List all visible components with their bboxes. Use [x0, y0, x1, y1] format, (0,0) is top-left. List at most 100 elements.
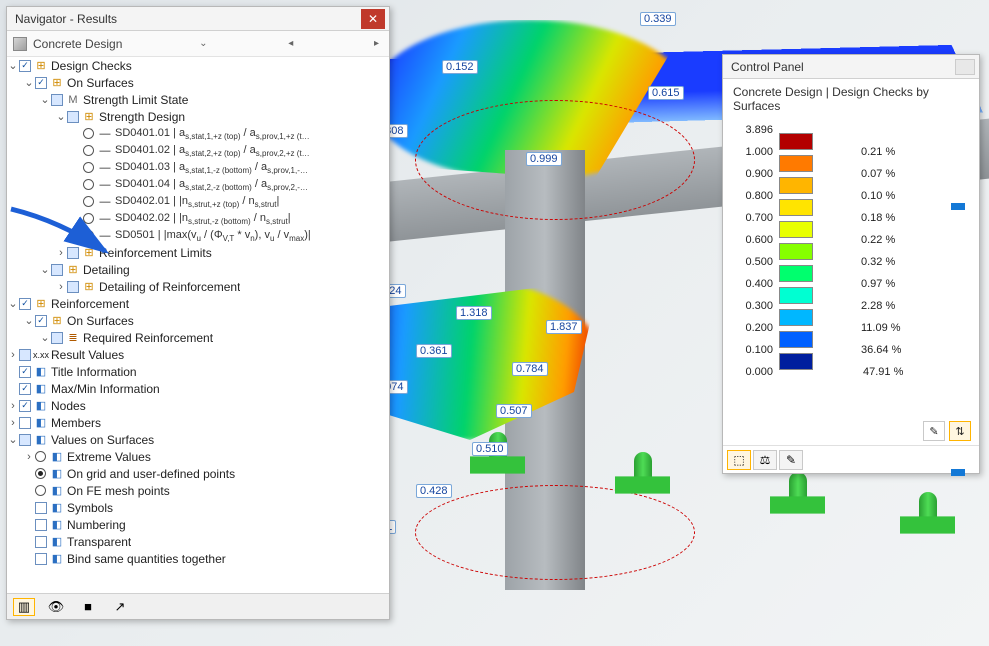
minimize-icon[interactable]	[955, 59, 975, 75]
node-sd0402-01[interactable]: —SD0402.01 | |ns,strut,+z (top) / ns,str…	[7, 193, 383, 210]
checkbox[interactable]	[67, 247, 79, 259]
checkbox[interactable]	[51, 264, 63, 276]
tab-graph[interactable]: ↗	[109, 598, 131, 616]
node-sd0501[interactable]: —SD0501 | |max(vu / (ΦV,T * vn), vu / vm…	[7, 227, 383, 244]
node-title-info[interactable]: ◧Title Information	[7, 363, 383, 380]
node-numbering[interactable]: ◧Numbering	[7, 516, 383, 533]
legend-swatch	[779, 155, 813, 172]
checkbox[interactable]	[35, 553, 47, 565]
settings-button[interactable]: ✎	[779, 450, 803, 470]
radio[interactable]	[35, 485, 46, 496]
legend-swatch	[779, 265, 813, 282]
checkbox[interactable]	[67, 111, 79, 123]
radio[interactable]	[83, 230, 94, 241]
tab-video[interactable]: ■	[77, 598, 99, 616]
checkbox[interactable]	[19, 349, 31, 361]
chevron-down-icon[interactable]: ⌄	[195, 38, 211, 49]
node-detailing[interactable]: ⌄⊞Detailing	[7, 261, 383, 278]
node-maxmin[interactable]: ◧Max/Min Information	[7, 380, 383, 397]
node-nodes[interactable]: ›◧Nodes	[7, 397, 383, 414]
radio[interactable]	[83, 196, 94, 207]
node-sd0402-02[interactable]: —SD0402.02 | |ns,strut,-z (bottom) / ns,…	[7, 210, 383, 227]
checkbox[interactable]	[35, 77, 47, 89]
node-detailing-reinf[interactable]: ›⊞Detailing of Reinforcement	[7, 278, 383, 295]
checkbox[interactable]	[19, 434, 31, 446]
node-sd0401-02[interactable]: —SD0401.02 | as,stat,2,+z (top) / as,pro…	[7, 142, 383, 159]
node-strength-limit[interactable]: ⌄MStrength Limit State	[7, 91, 383, 108]
checkbox[interactable]	[19, 60, 31, 72]
node-values-on-surfaces[interactable]: ⌄◧Values on Surfaces	[7, 431, 383, 448]
node-strength-design[interactable]: ⌄⊞Strength Design	[7, 108, 383, 125]
tree-icon: —	[97, 161, 113, 175]
checkbox[interactable]	[35, 536, 47, 548]
checkbox[interactable]	[67, 281, 79, 293]
legend-value: 3.896	[733, 124, 779, 136]
checkbox[interactable]	[19, 417, 31, 429]
nav-back-icon[interactable]: ◂	[284, 38, 297, 49]
node-required-reinf[interactable]: ⌄≣Required Reinforcement	[7, 329, 383, 346]
tree-icon: ◧	[33, 382, 49, 396]
navigator-titlebar[interactable]: Navigator - Results ✕	[7, 7, 389, 31]
node-on-fe[interactable]: ◧On FE mesh points	[7, 482, 383, 499]
tree-label: On FE mesh points	[67, 484, 170, 498]
checkbox[interactable]	[35, 315, 47, 327]
tree-label: On grid and user-defined points	[67, 467, 235, 481]
legend-value: 0.700	[733, 212, 779, 224]
slider-handle-bottom[interactable]	[951, 469, 965, 476]
node-extreme[interactable]: ›◧Extreme Values	[7, 448, 383, 465]
node-reinforcement[interactable]: ⌄⊞Reinforcement	[7, 295, 383, 312]
tree-label: Design Checks	[51, 59, 132, 73]
colorscale-button[interactable]: ⬚	[727, 450, 751, 470]
radio[interactable]	[35, 451, 46, 462]
legend-row: 0.00047.91 %	[733, 361, 969, 383]
legend-value: 0.400	[733, 278, 779, 290]
close-icon[interactable]: ✕	[361, 9, 385, 29]
navigator-section-header[interactable]: Concrete Design ⌄ ◂ ▸	[7, 31, 389, 57]
radio[interactable]	[83, 145, 94, 156]
tree-icon: —	[97, 195, 113, 209]
node-bind-same[interactable]: ◧Bind same quantities together	[7, 550, 383, 567]
node-design-checks[interactable]: ⌄⊞Design Checks	[7, 57, 383, 74]
radio[interactable]	[83, 128, 94, 139]
node-on-surfaces[interactable]: ⌄⊞On Surfaces	[7, 74, 383, 91]
navigator-section-label: Concrete Design	[33, 37, 122, 51]
checkbox[interactable]	[19, 298, 31, 310]
result-value-label: 1.318	[456, 306, 492, 320]
node-members[interactable]: ›◧Members	[7, 414, 383, 431]
node-sd0401-04[interactable]: —SD0401.04 | as,stat,2,-z (bottom) / as,…	[7, 176, 383, 193]
checkbox[interactable]	[19, 400, 31, 412]
tree-icon: ⊞	[49, 314, 65, 328]
legend-edit-button[interactable]: ✎	[923, 421, 945, 441]
node-transparent[interactable]: ◧Transparent	[7, 533, 383, 550]
node-symbols[interactable]: ◧Symbols	[7, 499, 383, 516]
node-result-values[interactable]: ›x.xxResult Values	[7, 346, 383, 363]
node-sd0401-01[interactable]: —SD0401.01 | as,stat,1,+z (top) / as,pro…	[7, 125, 383, 142]
radio[interactable]	[83, 213, 94, 224]
nav-fwd-icon[interactable]: ▸	[370, 38, 383, 49]
tree-icon: —	[97, 212, 113, 226]
radio[interactable]	[83, 179, 94, 190]
node-sd0401-03[interactable]: —SD0401.03 | as,stat,1,-z (bottom) / as,…	[7, 159, 383, 176]
checkbox[interactable]	[51, 332, 63, 344]
balance-button[interactable]: ⚖	[753, 450, 777, 470]
checkbox[interactable]	[19, 366, 31, 378]
radio[interactable]	[35, 468, 46, 479]
tree-icon: ◧	[49, 552, 65, 566]
tree-label: Reinforcement	[51, 297, 129, 311]
tab-show[interactable]: 👁	[45, 598, 67, 616]
checkbox[interactable]	[35, 502, 47, 514]
node-reinf-limits[interactable]: ›⊞Reinforcement Limits	[7, 244, 383, 261]
slider-handle-top[interactable]	[951, 203, 965, 210]
radio[interactable]	[83, 162, 94, 173]
legend-swatch	[779, 199, 813, 216]
node-on-surfaces-2[interactable]: ⌄⊞On Surfaces	[7, 312, 383, 329]
navigator-tree[interactable]: ⌄⊞Design Checks⌄⊞On Surfaces⌄MStrength L…	[7, 57, 389, 593]
checkbox[interactable]	[19, 383, 31, 395]
tree-icon: M	[65, 93, 81, 107]
control-panel-titlebar[interactable]: Control Panel	[723, 55, 979, 79]
tab-views[interactable]: ▥	[13, 598, 35, 616]
checkbox[interactable]	[51, 94, 63, 106]
legend-toggle-button[interactable]: ⇅	[949, 421, 971, 441]
node-on-grid[interactable]: ◧On grid and user-defined points	[7, 465, 383, 482]
checkbox[interactable]	[35, 519, 47, 531]
